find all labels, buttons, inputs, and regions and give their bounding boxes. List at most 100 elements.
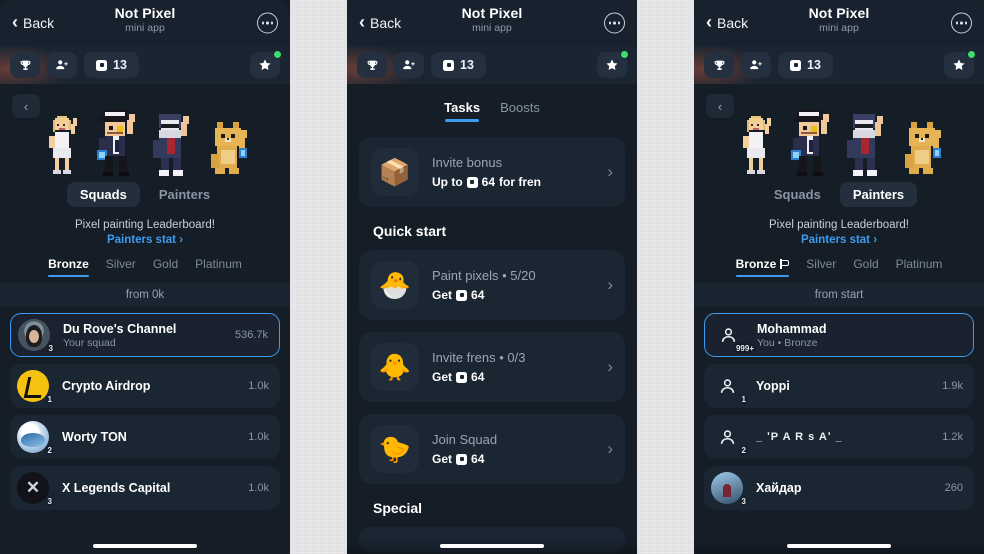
tier-silver[interactable]: Silver — [806, 257, 836, 276]
pixel-square-icon — [96, 59, 107, 71]
tab-boosts[interactable]: Boosts — [500, 100, 540, 122]
segment-painters[interactable]: Painters — [146, 182, 223, 207]
painters-stat-link[interactable]: Painters stat › — [694, 234, 984, 246]
pixel-square-icon — [443, 59, 454, 71]
trophy-icon[interactable] — [10, 52, 40, 78]
avatar: 999+ — [712, 319, 754, 353]
row-value: 1.0k — [248, 482, 269, 494]
row-name: Хайдар — [756, 481, 802, 495]
tier-label: Silver — [105, 257, 136, 271]
app-header: ‹ Back Not Pixel mini app — [0, 0, 290, 46]
add-person-icon[interactable] — [47, 52, 77, 78]
tier-bronze[interactable]: Bronze — [735, 257, 790, 277]
table-row[interactable]: 1 Yoppi 1.9k — [704, 364, 974, 408]
star-icon[interactable] — [944, 50, 976, 78]
action-toolbar: 13 — [347, 46, 637, 84]
star-icon[interactable] — [597, 50, 629, 78]
phone-panel-2: ‹ Back Not Pixel mini app 13 Tasks Boost… — [347, 0, 637, 554]
pixel-counter[interactable]: 13 — [778, 52, 833, 78]
tier-label: Gold — [152, 257, 179, 271]
star-notification-badge — [620, 50, 629, 59]
table-row[interactable]: 2 _ ʹP A R s Aʹ _ 1.2k — [704, 415, 974, 459]
tier-silver[interactable]: Silver — [106, 257, 136, 276]
pixel-counter-value: 13 — [807, 58, 821, 72]
leaderboard-caption: Pixel painting Leaderboard! — [768, 219, 910, 231]
back-button[interactable]: ‹ Back — [706, 13, 749, 32]
row-value: 1.0k — [248, 431, 269, 443]
star-notification-badge — [273, 50, 282, 59]
tier-bronze[interactable]: Bronze — [48, 257, 89, 277]
content-back-button[interactable]: ‹ — [12, 94, 40, 118]
pixel-square-icon — [456, 453, 468, 465]
tasks-tabbar: Tasks Boosts — [347, 84, 637, 131]
back-label: Back — [717, 15, 749, 31]
action-toolbar: 13 — [694, 46, 984, 84]
segment-squads[interactable]: Squads — [66, 182, 140, 207]
action-toolbar: 13 — [0, 46, 290, 84]
table-row[interactable]: 3 Du Rove's Channel Your squad 536.7k — [10, 313, 280, 357]
pixel-counter[interactable]: 13 — [84, 52, 139, 78]
task-reward: Get 64 — [432, 370, 601, 384]
pixel-counter-value: 13 — [113, 58, 127, 72]
tier-label: Gold — [853, 257, 879, 271]
task-list: 📦 Invite bonus Up to 64 for fren › Quick… — [347, 131, 637, 553]
rank-badge: 3 — [48, 344, 53, 353]
from-threshold-label: from 0k — [0, 283, 290, 307]
task-invite-bonus[interactable]: 📦 Invite bonus Up to 64 for fren › — [359, 137, 625, 207]
task-invite-frens[interactable]: 🐥 Invite frens • 0/3 Get 64 › — [359, 332, 625, 402]
row-name: Crypto Airdrop — [62, 379, 151, 393]
task-title: Invite bonus — [432, 155, 503, 170]
pixel-square-icon — [456, 371, 468, 383]
pixel-counter[interactable]: 13 — [431, 52, 486, 78]
table-row[interactable]: 999+ Mohammad You • Bronze — [704, 313, 974, 357]
add-person-icon[interactable] — [394, 52, 424, 78]
phone-panel-3: ‹ Back Not Pixel mini app 13 ‹ Squads Pa… — [694, 0, 984, 554]
back-button[interactable]: ‹ Back — [12, 13, 54, 32]
table-row[interactable]: ✕ 3 X Legends Capital 1.0k — [10, 466, 280, 510]
more-dots-icon[interactable] — [257, 12, 278, 34]
pixel-hoodie-man — [153, 114, 189, 176]
chevron-left-icon: ‹ — [359, 12, 365, 32]
panel-1-content: ‹ Squads Painters Pixel painting Leaderb… — [0, 84, 290, 554]
reward-prefix: Get — [432, 288, 453, 302]
star-notification-badge — [967, 50, 976, 59]
table-row[interactable]: 2 Worty TON 1.0k — [10, 415, 280, 459]
painters-stat-link[interactable]: Painters stat › — [0, 234, 290, 246]
row-name: _ ʹP A R s Aʹ _ — [756, 431, 843, 443]
pixel-square-icon — [790, 59, 801, 71]
chevron-right-icon: › — [607, 275, 613, 294]
tab-tasks[interactable]: Tasks — [444, 100, 480, 122]
person-icon — [720, 378, 734, 393]
leaderboard-caption: Pixel painting Leaderboard! — [74, 219, 216, 231]
home-indicator — [93, 543, 197, 548]
more-dots-icon[interactable] — [604, 12, 625, 34]
tier-platinum[interactable]: Platinum — [195, 257, 242, 276]
trophy-icon[interactable] — [357, 52, 387, 78]
task-paint-pixels[interactable]: 🐣 Paint pixels • 5/20 Get 64 › — [359, 250, 625, 320]
pixel-woman — [743, 116, 771, 174]
segment-squads[interactable]: Squads — [761, 182, 834, 207]
rank-badge: 999+ — [735, 344, 754, 353]
home-indicator — [787, 543, 891, 548]
star-icon[interactable] — [250, 50, 282, 78]
tier-gold[interactable]: Gold — [853, 257, 878, 276]
tier-gold[interactable]: Gold — [153, 257, 178, 276]
avatar: 1 — [17, 370, 52, 404]
task-join-squad[interactable]: 🐤 Join Squad Get 64 › — [359, 414, 625, 484]
tier-platinum[interactable]: Platinum — [896, 257, 943, 276]
table-row[interactable]: 1 Crypto Airdrop 1.0k — [10, 364, 280, 408]
person-icon — [721, 327, 735, 342]
tier-tabs: Bronze Silver Gold Platinum — [694, 257, 984, 283]
segment-painters[interactable]: Painters — [839, 182, 918, 207]
trophy-icon[interactable] — [704, 52, 734, 78]
avatar: 1 — [711, 370, 746, 404]
reward-prefix: Get — [432, 452, 453, 466]
more-dots-icon[interactable] — [951, 12, 972, 34]
back-button[interactable]: ‹ Back — [359, 12, 401, 32]
rank-badge: 3 — [741, 497, 746, 506]
table-row[interactable]: 3 Хайдар 260 — [704, 466, 974, 510]
reward-value: 64 — [471, 288, 485, 302]
pixel-hoodie-man — [847, 114, 883, 176]
content-back-button[interactable]: ‹ — [706, 94, 734, 118]
add-person-icon[interactable] — [741, 52, 771, 78]
